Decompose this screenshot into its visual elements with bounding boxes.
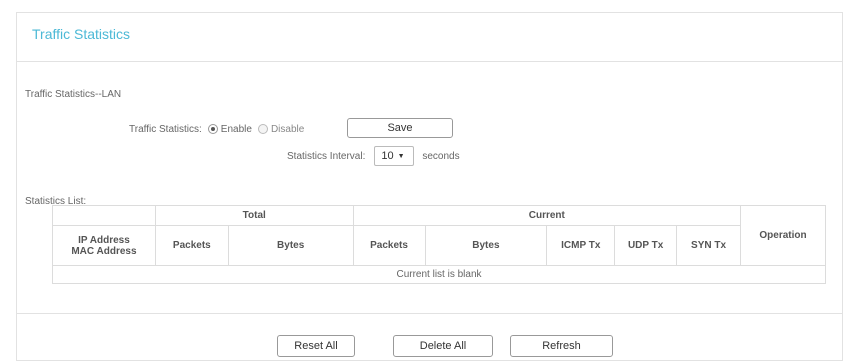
- statistics-interval-unit: seconds: [422, 150, 460, 162]
- refresh-button[interactable]: Refresh: [510, 335, 613, 357]
- table-header-icmp-tx: ICMP Tx: [546, 225, 616, 266]
- enable-radio-label: Enable: [220, 123, 252, 135]
- table-header-mac-address: MAC Address: [71, 245, 137, 257]
- empty-list-message: Current list is blank: [52, 265, 826, 284]
- table-header-operation: Operation: [740, 205, 826, 266]
- table-header-ip-address: IP Address: [78, 234, 130, 246]
- table-header-total: Total: [154, 205, 354, 226]
- traffic-statistics-label: Traffic Statistics:: [129, 123, 202, 135]
- lan-section-title: Traffic Statistics--LAN: [25, 89, 122, 100]
- table-header-address: IP Address MAC Address: [52, 225, 156, 266]
- table-group-header-row: Total Current Operation: [52, 205, 826, 266]
- disable-radio-label: Disable: [270, 123, 305, 135]
- table-header-udp-tx: UDP Tx: [614, 225, 678, 266]
- delete-all-button[interactable]: Delete All: [393, 335, 493, 357]
- chevron-down-icon: ▼: [397, 152, 405, 160]
- statistics-interval-label: Statistics Interval:: [287, 150, 366, 162]
- enable-radio-option[interactable]: Enable: [207, 123, 252, 135]
- header-divider: [17, 61, 842, 62]
- table-header-total-bytes: Bytes: [227, 225, 354, 266]
- table-header-total-packets: Packets: [154, 225, 229, 266]
- table-column-header-row: IP Address MAC Address Packets Bytes Pac…: [52, 225, 826, 266]
- table-header-current-packets: Packets: [352, 225, 426, 266]
- statistics-interval-value: 10: [381, 150, 394, 162]
- disable-radio-option[interactable]: Disable: [257, 123, 305, 135]
- table-header-current-bytes: Bytes: [424, 225, 548, 266]
- traffic-statistics-panel: Traffic Statistics Traffic Statistics--L…: [16, 12, 843, 361]
- disable-radio[interactable]: [257, 124, 268, 134]
- table-row: Current list is blank: [52, 265, 826, 284]
- statistics-interval-select[interactable]: 10 ▼: [374, 146, 415, 166]
- enable-radio[interactable]: [207, 124, 218, 134]
- statistics-interval-row: Statistics Interval: 10 ▼ seconds: [287, 146, 460, 166]
- traffic-statistics-row: Traffic Statistics: Enable Disable: [129, 119, 310, 139]
- table-header-current: Current: [352, 205, 742, 226]
- page-title: Traffic Statistics: [32, 26, 131, 42]
- table-header-syn-tx: SYN Tx: [676, 225, 742, 266]
- save-button[interactable]: Save: [347, 118, 453, 138]
- table-header-blank: [52, 205, 156, 226]
- footer-divider: [17, 313, 842, 314]
- statistics-table: Total Current Operation IP Address MAC A…: [52, 205, 826, 284]
- reset-all-button[interactable]: Reset All: [277, 335, 355, 357]
